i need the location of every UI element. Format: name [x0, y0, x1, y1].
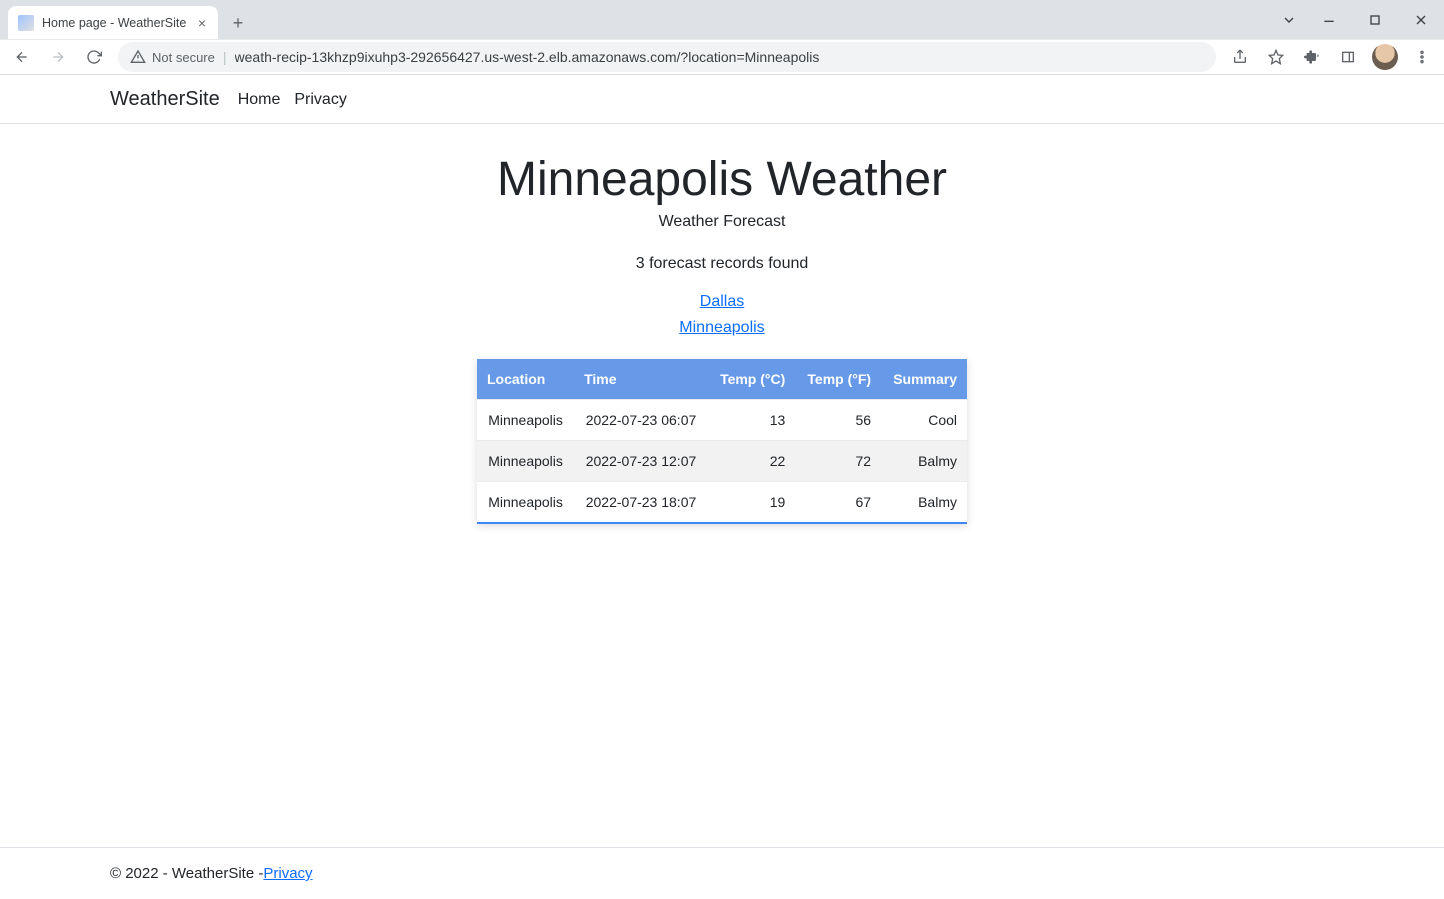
extensions-button[interactable] — [1296, 41, 1328, 73]
browser-menu-button[interactable] — [1406, 41, 1438, 73]
security-indicator[interactable]: Not secure — [130, 49, 215, 65]
main-content: Minneapolis Weather Weather Forecast 3 f… — [0, 124, 1444, 564]
maximize-button[interactable] — [1352, 5, 1398, 35]
favicon-icon — [18, 15, 34, 31]
th-temp-c: Temp (°C) — [708, 359, 795, 400]
site-navbar: WeatherSite Home Privacy — [0, 76, 1444, 124]
forecast-table: Location Time Temp (°C) Temp (°F) Summar… — [477, 359, 967, 522]
not-secure-label: Not secure — [152, 50, 215, 65]
browser-toolbar: Not secure | weath-recip-13khzp9ixuhp3-2… — [0, 39, 1444, 75]
tab-overflow-button[interactable] — [1272, 5, 1306, 35]
profile-avatar[interactable] — [1372, 44, 1398, 70]
tab-strip: Home page - WeatherSite × + — [0, 0, 1444, 39]
cell-summary: Cool — [881, 400, 967, 441]
window-controls — [1272, 0, 1444, 39]
address-bar[interactable]: Not secure | weath-recip-13khzp9ixuhp3-2… — [118, 42, 1216, 72]
bookmark-button[interactable] — [1260, 41, 1292, 73]
cell-time: 2022-07-23 18:07 — [574, 482, 708, 523]
share-button[interactable] — [1224, 41, 1256, 73]
cell-location: Minneapolis — [477, 482, 574, 523]
records-found: 3 forecast records found — [0, 255, 1444, 273]
table-row: Minneapolis2022-07-23 06:071356Cool — [477, 400, 967, 441]
footer-text: © 2022 - WeatherSite - — [110, 865, 263, 882]
cell-temp-f: 72 — [795, 441, 881, 482]
cell-time: 2022-07-23 06:07 — [574, 400, 708, 441]
footer-privacy-link[interactable]: Privacy — [263, 865, 312, 882]
close-tab-icon[interactable]: × — [196, 15, 208, 31]
location-links: Dallas Minneapolis — [0, 293, 1444, 337]
cell-temp-c: 13 — [708, 400, 795, 441]
site-footer: © 2022 - WeatherSite - Privacy — [0, 847, 1444, 899]
minimize-button[interactable] — [1306, 5, 1352, 35]
page-subtitle: Weather Forecast — [0, 213, 1444, 231]
tab-title: Home page - WeatherSite — [42, 16, 186, 30]
cell-temp-c: 19 — [708, 482, 795, 523]
table-row: Minneapolis2022-07-23 18:071967Balmy — [477, 482, 967, 523]
page-content: WeatherSite Home Privacy Minneapolis Wea… — [0, 75, 1444, 847]
warning-icon — [130, 49, 146, 65]
url-text: weath-recip-13khzp9ixuhp3-292656427.us-w… — [235, 49, 1204, 65]
table-row: Minneapolis2022-07-23 12:072272Balmy — [477, 441, 967, 482]
page-title: Minneapolis Weather — [0, 152, 1444, 207]
cell-summary: Balmy — [881, 482, 967, 523]
nav-link-home[interactable]: Home — [238, 91, 281, 109]
cell-location: Minneapolis — [477, 400, 574, 441]
back-button[interactable] — [6, 41, 38, 73]
th-summary: Summary — [881, 359, 967, 400]
cell-temp-f: 67 — [795, 482, 881, 523]
browser-chrome: Home page - WeatherSite × + Not secure |… — [0, 0, 1444, 75]
browser-tab[interactable]: Home page - WeatherSite × — [8, 6, 218, 39]
site-brand[interactable]: WeatherSite — [110, 88, 220, 111]
cell-location: Minneapolis — [477, 441, 574, 482]
close-window-button[interactable] — [1398, 5, 1444, 35]
th-temp-f: Temp (°F) — [795, 359, 881, 400]
cell-temp-f: 56 — [795, 400, 881, 441]
location-link-minneapolis[interactable]: Minneapolis — [679, 319, 764, 336]
cell-time: 2022-07-23 12:07 — [574, 441, 708, 482]
nav-link-privacy[interactable]: Privacy — [294, 91, 346, 109]
th-time: Time — [574, 359, 708, 400]
forward-button[interactable] — [42, 41, 74, 73]
location-link-dallas[interactable]: Dallas — [700, 293, 744, 310]
cell-summary: Balmy — [881, 441, 967, 482]
new-tab-button[interactable]: + — [224, 9, 252, 37]
forecast-table-wrap: Location Time Temp (°C) Temp (°F) Summar… — [477, 359, 967, 524]
th-location: Location — [477, 359, 574, 400]
reload-button[interactable] — [78, 41, 110, 73]
side-panel-button[interactable] — [1332, 41, 1364, 73]
cell-temp-c: 22 — [708, 441, 795, 482]
table-header-row: Location Time Temp (°C) Temp (°F) Summar… — [477, 359, 967, 400]
